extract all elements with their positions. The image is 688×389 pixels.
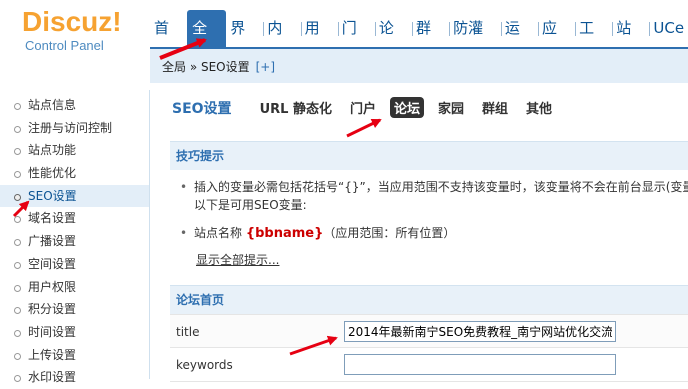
tab-apps[interactable]: 应用 xyxy=(537,10,575,74)
tab-forum[interactable]: 论坛 xyxy=(374,10,412,74)
tip-text-line2: 以下是可用SEO变量: xyxy=(194,198,307,212)
tab-webmaster[interactable]: 站长 xyxy=(612,10,649,74)
sidebar-item-seo[interactable]: SEO设置 xyxy=(0,184,149,208)
sidebar-item-site-features[interactable]: 站点功能 xyxy=(0,139,149,162)
tip-item: 插入的变量必需包括花括号“{}”，当应用范围不支持该变量时，该变量将不会在前台显… xyxy=(180,178,688,214)
keywords-row: keywords xyxy=(170,348,688,382)
page-title: SEO设置 xyxy=(172,100,232,117)
title-input[interactable] xyxy=(344,321,616,342)
sidebar-item-space[interactable]: 空间设置 xyxy=(0,253,149,276)
keywords-label: keywords xyxy=(176,358,233,372)
top-nav: 首页 全局 界面 内容 用户 门户 论坛 群组 防灌水 运营 应用 工具 站长 … xyxy=(150,10,688,74)
subtab-forum[interactable]: 论坛 xyxy=(389,97,424,118)
sidebar-item-upload[interactable]: 上传设置 xyxy=(0,344,149,367)
tip-variable: 站点名称 {bbname}（应用范围：所有位置） xyxy=(180,224,688,243)
tab-tools[interactable]: 工具 xyxy=(575,10,612,74)
title-label: title xyxy=(176,325,200,339)
tips-list: 插入的变量必需包括花括号“{}”，当应用范围不支持该变量时，该变量将不会在前台显… xyxy=(180,178,688,269)
sidebar-item-watermark[interactable]: 水印设置 xyxy=(0,366,149,389)
breadcrumb-bar: 全局 » SEO设置 [+] xyxy=(150,47,688,83)
tab-portal[interactable]: 门户 xyxy=(337,10,375,74)
tab-operations[interactable]: 运营 xyxy=(500,10,538,74)
tip-var-suffix: （应用范围：所有位置） xyxy=(323,226,456,240)
subtab-groups[interactable]: 群组 xyxy=(478,97,512,118)
sidebar-item-domain[interactable]: 域名设置 xyxy=(0,207,149,230)
title-row: title xyxy=(170,314,688,348)
tab-interface[interactable]: 界面 xyxy=(226,10,263,74)
forum-home-header: 论坛首页 xyxy=(170,285,688,314)
subtab-url-static[interactable]: URL 静态化 xyxy=(256,97,336,118)
subtab-home[interactable]: 家园 xyxy=(434,97,468,118)
tip-text-line1: 插入的变量必需包括花括号“{}”，当应用范围不支持该变量时，该变量将不会在前台显… xyxy=(194,180,688,194)
tips-header: 技巧提示 xyxy=(170,141,688,170)
header: Discuz! Control Panel 首页 全局 界面 内容 用户 门户 … xyxy=(0,0,688,74)
sidebar-item-time[interactable]: 时间设置 xyxy=(0,321,149,344)
sidebar-item-site-info[interactable]: 站点信息 xyxy=(0,94,149,117)
sidebar-item-broadcast[interactable]: 广播设置 xyxy=(0,230,149,253)
subtab-other[interactable]: 其他 xyxy=(522,97,556,118)
seo-subnav: SEO设置 URL 静态化 门户 论坛 家园 群组 其他 xyxy=(172,97,566,118)
tab-global[interactable]: 全局 xyxy=(187,10,227,74)
discuz-logo[interactable]: Discuz! Control Panel xyxy=(22,6,142,54)
breadcrumb-path: 全局 » SEO设置 xyxy=(162,60,250,74)
show-all-tips-link[interactable]: 显示全部提示... xyxy=(180,251,279,269)
subtab-portal[interactable]: 门户 xyxy=(346,97,380,118)
tip-var-name: {bbname} xyxy=(245,226,324,241)
logo-subtitle: Control Panel xyxy=(25,38,104,53)
sidebar-item-performance[interactable]: 性能优化 xyxy=(0,162,149,185)
sidebar-item-permissions[interactable]: 用户权限 xyxy=(0,276,149,299)
tab-antispam[interactable]: 防灌水 xyxy=(449,10,501,74)
tab-groups[interactable]: 群组 xyxy=(411,10,449,74)
sidebar: 站点信息 注册与访问控制 站点功能 性能优化 SEO设置 域名设置 广播设置 空… xyxy=(0,90,150,384)
tab-home[interactable]: 首页 xyxy=(150,10,187,74)
logo-brand: Discuz xyxy=(22,6,113,37)
tip-var-prefix: 站点名称 xyxy=(194,226,246,240)
main-content: SEO设置 URL 静态化 门户 论坛 家园 群组 其他 技巧提示 插入的变量必… xyxy=(150,83,688,382)
tab-users[interactable]: 用户 xyxy=(300,10,338,74)
sidebar-item-credits[interactable]: 积分设置 xyxy=(0,298,149,321)
breadcrumb: 全局 » SEO设置 [+] xyxy=(162,58,275,75)
logo-exclaim: ! xyxy=(112,6,122,37)
tab-content[interactable]: 内容 xyxy=(263,10,300,74)
keywords-input[interactable] xyxy=(344,354,616,375)
sidebar-item-registration[interactable]: 注册与访问控制 xyxy=(0,117,149,140)
tab-ucenter[interactable]: UCe xyxy=(649,10,688,47)
add-shortcut-button[interactable]: [+] xyxy=(256,60,275,74)
